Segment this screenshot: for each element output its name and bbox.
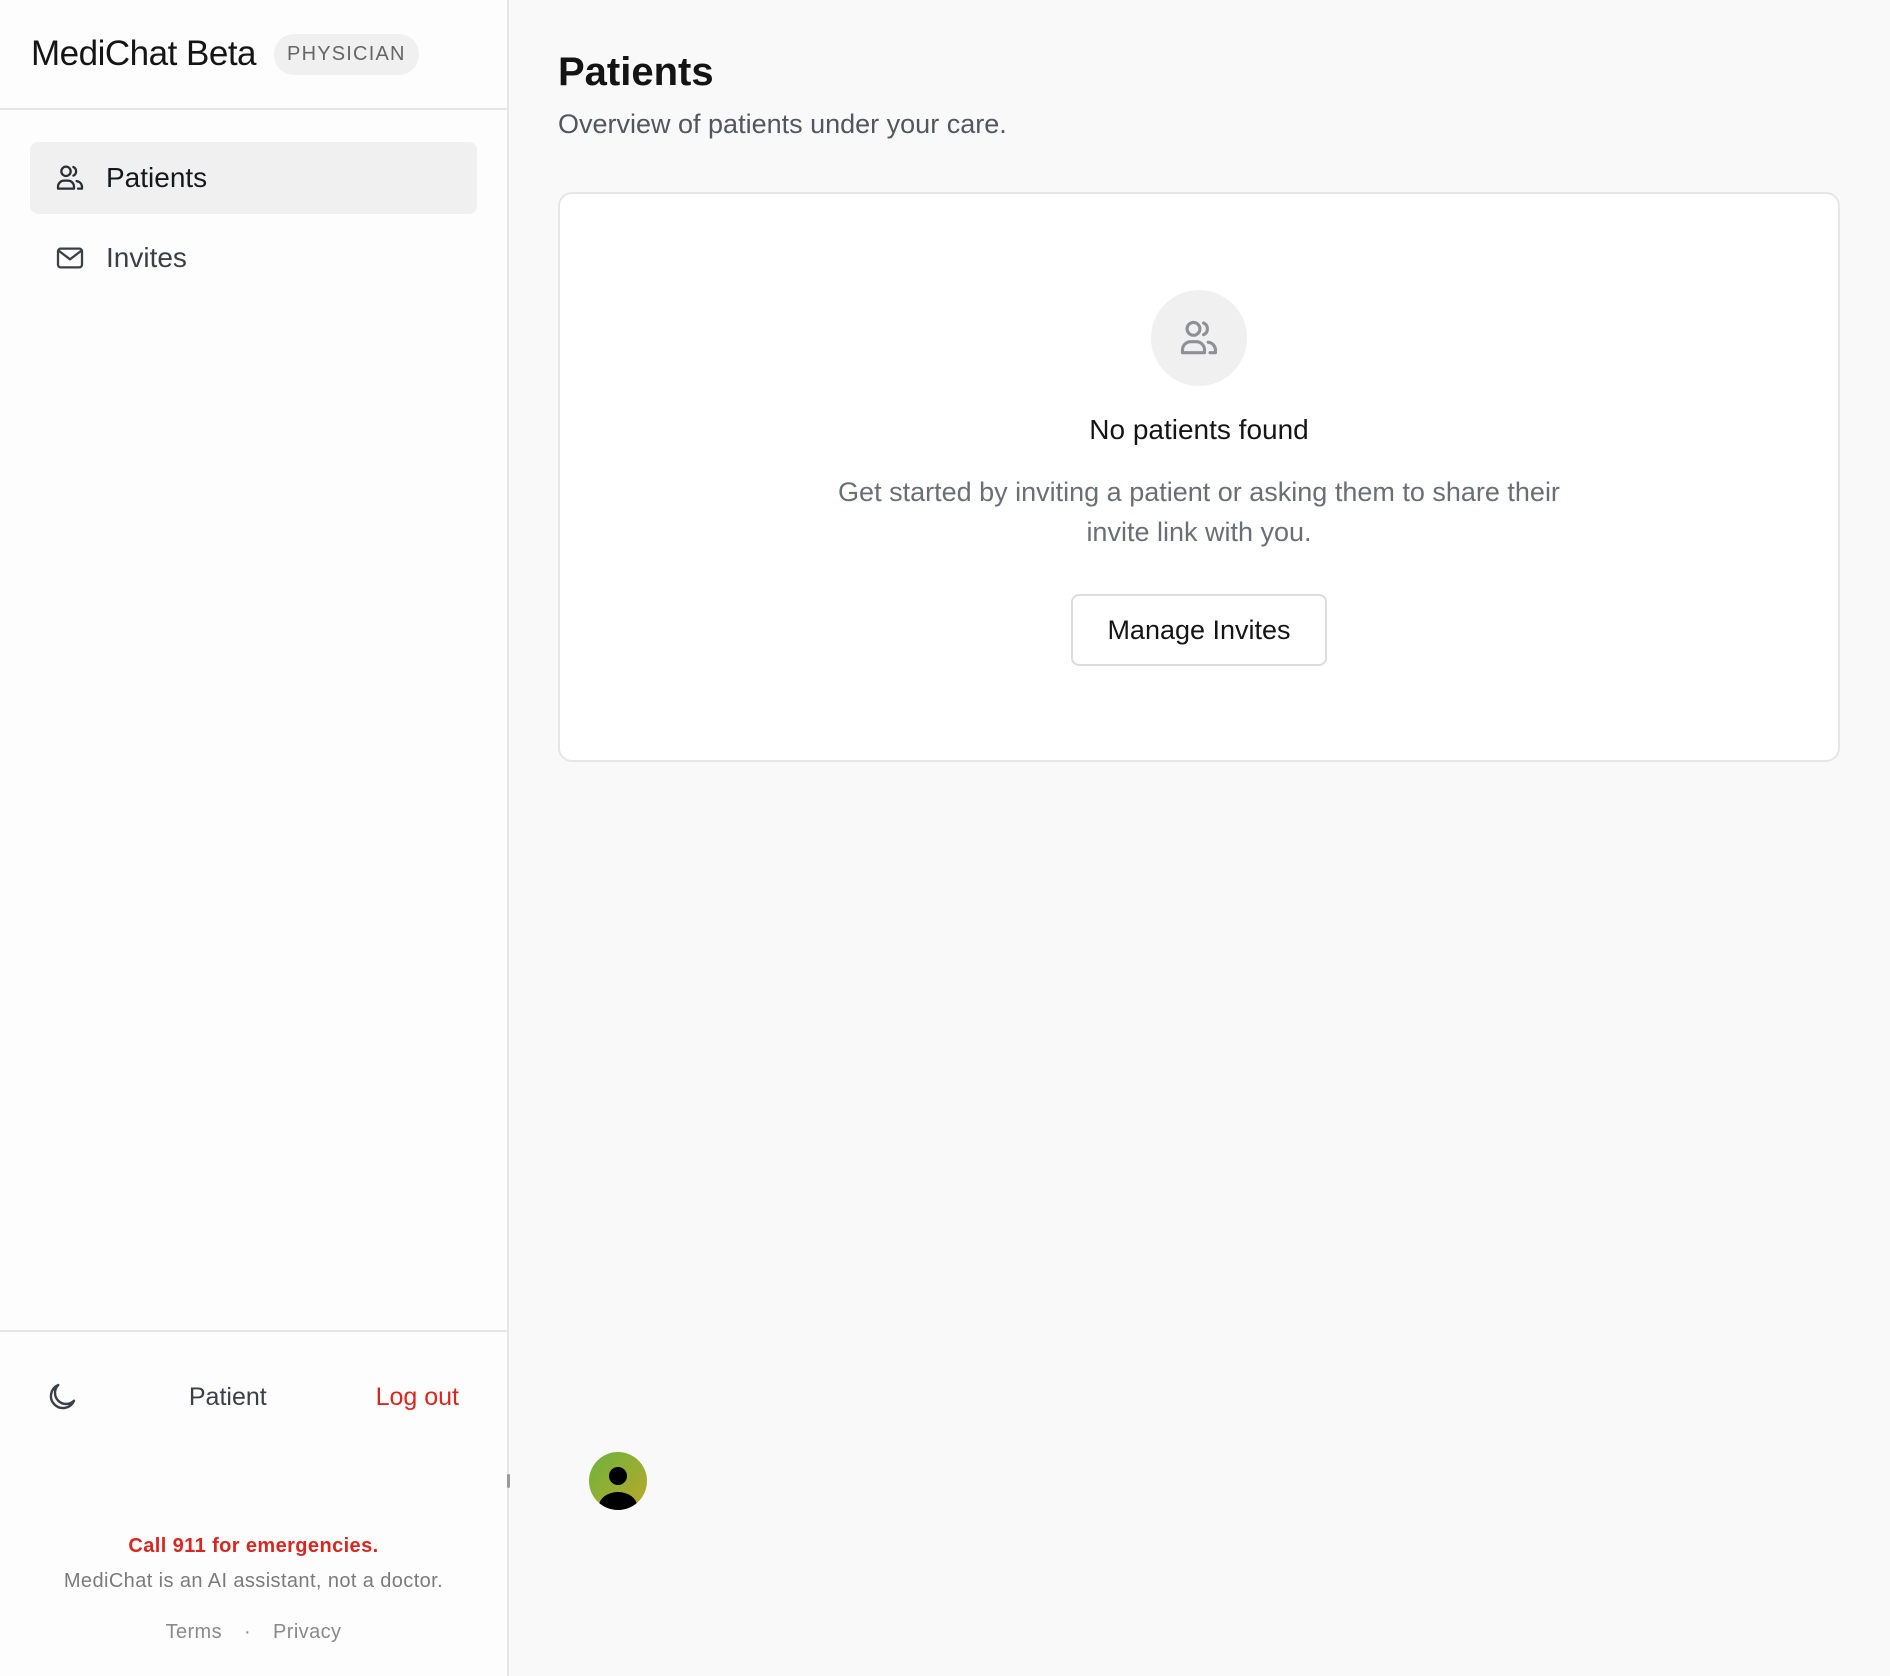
manage-invites-button[interactable]: Manage Invites — [1071, 594, 1327, 666]
app-name: MediChat Beta — [31, 34, 257, 73]
sidebar-item-label: Patients — [106, 162, 208, 193]
sidebar-resize-handle[interactable] — [507, 1474, 510, 1488]
mail-icon — [56, 247, 84, 269]
users-icon — [56, 165, 84, 190]
avatar[interactable] — [589, 1452, 647, 1510]
sidebar-item-invites[interactable]: Invites — [30, 222, 477, 294]
sidebar-nav: Patients Invites — [0, 110, 507, 294]
role-badge: PHYSICIAN — [274, 33, 419, 75]
legal-links: Terms · Privacy — [0, 1621, 507, 1644]
brand-header: MediChat Beta PHYSICIAN — [0, 0, 507, 110]
users-icon — [1180, 320, 1218, 355]
main-content: Patients Overview of patients under your… — [509, 0, 1890, 1676]
page-title: Patients — [558, 50, 714, 94]
footer-actions: Patient Log out — [0, 1332, 507, 1462]
empty-state-description: Get started by inviting a patient or ask… — [838, 477, 1560, 547]
logout-button[interactable]: Log out — [376, 1383, 459, 1412]
privacy-link[interactable]: Privacy — [273, 1621, 341, 1643]
moon-icon[interactable] — [44, 1379, 80, 1415]
sidebar: MediChat Beta PHYSICIAN Patients Invites — [0, 0, 509, 1676]
page-subtitle: Overview of patients under your care. — [558, 109, 1007, 139]
disclaimer: Call 911 for emergencies. MediChat is an… — [0, 1535, 507, 1644]
switch-to-patient-button[interactable]: Patient — [189, 1383, 267, 1412]
empty-state-icon-circle — [1151, 290, 1247, 386]
terms-link[interactable]: Terms — [166, 1621, 222, 1643]
ai-disclaimer: MediChat is an AI assistant, not a docto… — [63, 1570, 444, 1592]
legal-separator: · — [244, 1621, 252, 1643]
emergency-notice: Call 911 for emergencies. — [128, 1535, 379, 1557]
sidebar-item-patients[interactable]: Patients — [30, 142, 477, 214]
app-root: MediChat Beta PHYSICIAN Patients Invites — [0, 0, 1890, 1676]
sidebar-item-label: Invites — [106, 242, 187, 273]
empty-state-title: No patients found — [1089, 414, 1309, 445]
user-avatar-icon — [599, 1467, 637, 1510]
sidebar-footer: Patient Log out — [0, 1330, 507, 1462]
empty-state-card: No patients found Get started by invitin… — [558, 192, 1840, 762]
